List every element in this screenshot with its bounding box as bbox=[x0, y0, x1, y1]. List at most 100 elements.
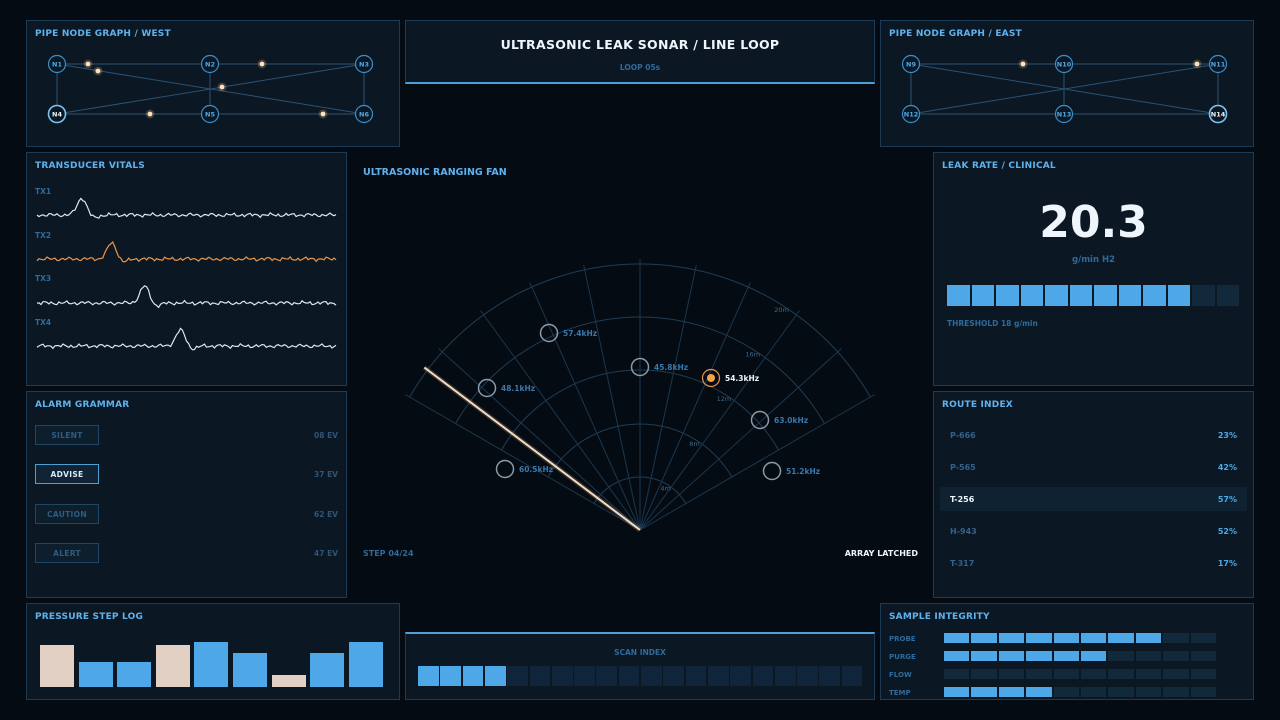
bearing-line bbox=[438, 348, 641, 531]
route-row[interactable]: T-317 17% bbox=[940, 551, 1247, 575]
integrity-segment bbox=[1108, 633, 1134, 643]
contact-marker[interactable] bbox=[539, 323, 559, 343]
route-percent: 23% bbox=[1217, 430, 1237, 440]
pressure-bar-chart bbox=[27, 604, 399, 699]
range-label: 12m bbox=[717, 395, 732, 403]
route-row[interactable]: H-943 52% bbox=[940, 519, 1247, 543]
pipe-graph-east: N9 N10 N11 N12 N13 N14 bbox=[901, 54, 1228, 124]
threshold-label: THRESHOLD 18 g/min bbox=[947, 319, 1038, 328]
scan-index-title: SCAN INDEX bbox=[614, 648, 666, 657]
contact-frequency: 51.2kHz bbox=[786, 467, 820, 476]
leak-rate-segment bbox=[1192, 285, 1215, 306]
route-name: T-317 bbox=[950, 558, 975, 568]
alarm-advise-button[interactable]: ADVISE bbox=[35, 464, 99, 484]
leak-rate-segment bbox=[1069, 285, 1092, 306]
leak-rate-segment bbox=[971, 285, 994, 306]
integrity-segment bbox=[944, 651, 970, 661]
route-row[interactable]: P-666 23% bbox=[940, 423, 1247, 447]
integrity-segment bbox=[1190, 651, 1216, 661]
route-row[interactable]: T-256 57% bbox=[940, 487, 1247, 511]
integrity-segment bbox=[1163, 651, 1189, 661]
scan-index-panel: SCAN INDEX bbox=[405, 632, 875, 700]
integrity-segment bbox=[1026, 651, 1052, 661]
range-label: 8m bbox=[689, 440, 699, 448]
scan-cell bbox=[484, 666, 506, 686]
alarm-advise-count: 37 EV bbox=[314, 470, 338, 479]
scan-cell bbox=[440, 666, 462, 686]
contact-marker[interactable] bbox=[762, 461, 782, 481]
contact-marker[interactable] bbox=[495, 459, 515, 479]
pipe-node-label: N14 bbox=[1211, 111, 1226, 119]
sample-integrity-panel: SAMPLE INTEGRITY PROBE PURGE FLOW TEMP bbox=[880, 603, 1254, 700]
leak-rate-meter bbox=[947, 285, 1241, 306]
range-label: 16m bbox=[745, 350, 760, 358]
header-panel: ULTRASONIC LEAK SONAR / LINE LOOP LOOP 0… bbox=[405, 20, 875, 84]
leak-rate-panel: LEAK RATE / CLINICAL 20.3 g/min H2 THRES… bbox=[933, 152, 1254, 386]
integrity-segment bbox=[1190, 687, 1216, 697]
route-row[interactable]: P-565 42% bbox=[940, 455, 1247, 479]
alarm-caution-button[interactable]: CAUTION bbox=[35, 504, 99, 524]
integrity-segment bbox=[998, 633, 1025, 643]
flow-pulse bbox=[147, 111, 153, 117]
pipe-node-label: N12 bbox=[904, 111, 919, 119]
pipe-node-label: N9 bbox=[906, 61, 916, 69]
integrity-segment bbox=[998, 687, 1025, 697]
bearing-line bbox=[639, 282, 751, 531]
alarm-silent-count: 08 EV bbox=[314, 431, 338, 440]
pressure-bar bbox=[40, 645, 74, 687]
trace-tx3 bbox=[36, 285, 337, 309]
alarm-caution-count: 62 EV bbox=[314, 510, 338, 519]
pressure-bar bbox=[78, 662, 113, 687]
trace-tx2 bbox=[36, 240, 337, 263]
integrity-segment bbox=[1135, 687, 1162, 697]
integrity-segment bbox=[998, 651, 1025, 661]
route-name: H-943 bbox=[950, 526, 977, 536]
panel-title: LEAK RATE / CLINICAL bbox=[942, 161, 1056, 171]
route-percent: 42% bbox=[1217, 462, 1237, 472]
integrity-segment bbox=[1163, 633, 1189, 643]
pipe-node-label: N10 bbox=[1057, 61, 1072, 69]
pressure-bar bbox=[310, 653, 345, 687]
flow-pulse bbox=[1020, 61, 1026, 67]
range-label: 20m bbox=[774, 306, 789, 314]
alarm-alert-button[interactable]: ALERT bbox=[35, 543, 99, 563]
leak-rate-segment bbox=[1020, 285, 1043, 306]
integrity-segment bbox=[998, 669, 1025, 679]
route-name: T-256 bbox=[950, 494, 975, 504]
trace-tx1 bbox=[36, 197, 337, 219]
flow-pulse bbox=[95, 68, 101, 74]
integrity-segment bbox=[1081, 633, 1107, 643]
pressure-bar bbox=[348, 642, 383, 687]
integrity-segment bbox=[1190, 633, 1216, 643]
bearing-line bbox=[639, 394, 875, 531]
bearing-line bbox=[529, 282, 641, 531]
scan-cell bbox=[418, 666, 439, 686]
pipe-node-label: N13 bbox=[1057, 111, 1072, 119]
integrity-segment bbox=[1108, 669, 1134, 679]
integrity-segment bbox=[944, 669, 970, 679]
scan-cell bbox=[797, 666, 818, 686]
integrity-segment bbox=[944, 633, 970, 643]
route-percent: 57% bbox=[1217, 494, 1237, 504]
pressure-step-log-panel: PRESSURE STEP LOG bbox=[26, 603, 400, 700]
bearing-line bbox=[583, 264, 641, 531]
pipe-node-label: N2 bbox=[205, 61, 215, 69]
contact-frequency: 63.0kHz bbox=[774, 416, 808, 425]
pressure-bar bbox=[155, 645, 190, 687]
integrity-segment bbox=[1053, 633, 1079, 643]
range-label: 4m bbox=[660, 485, 670, 493]
contact-marker[interactable] bbox=[707, 374, 715, 382]
pressure-bar bbox=[194, 642, 229, 687]
scan-cell bbox=[507, 666, 528, 686]
scan-index-bar bbox=[418, 666, 864, 686]
pipe-node-label: N11 bbox=[1211, 61, 1226, 69]
scan-cell bbox=[685, 666, 707, 686]
pressure-bar bbox=[233, 653, 267, 687]
leak-rate-segment bbox=[947, 285, 970, 306]
bearing-line bbox=[480, 310, 641, 531]
integrity-segment bbox=[971, 651, 997, 661]
contact-marker[interactable] bbox=[750, 410, 770, 430]
leak-rate-value: 20.3 bbox=[1039, 197, 1148, 248]
scan-cell bbox=[596, 666, 618, 686]
alarm-silent-button[interactable]: SILENT bbox=[35, 425, 99, 445]
